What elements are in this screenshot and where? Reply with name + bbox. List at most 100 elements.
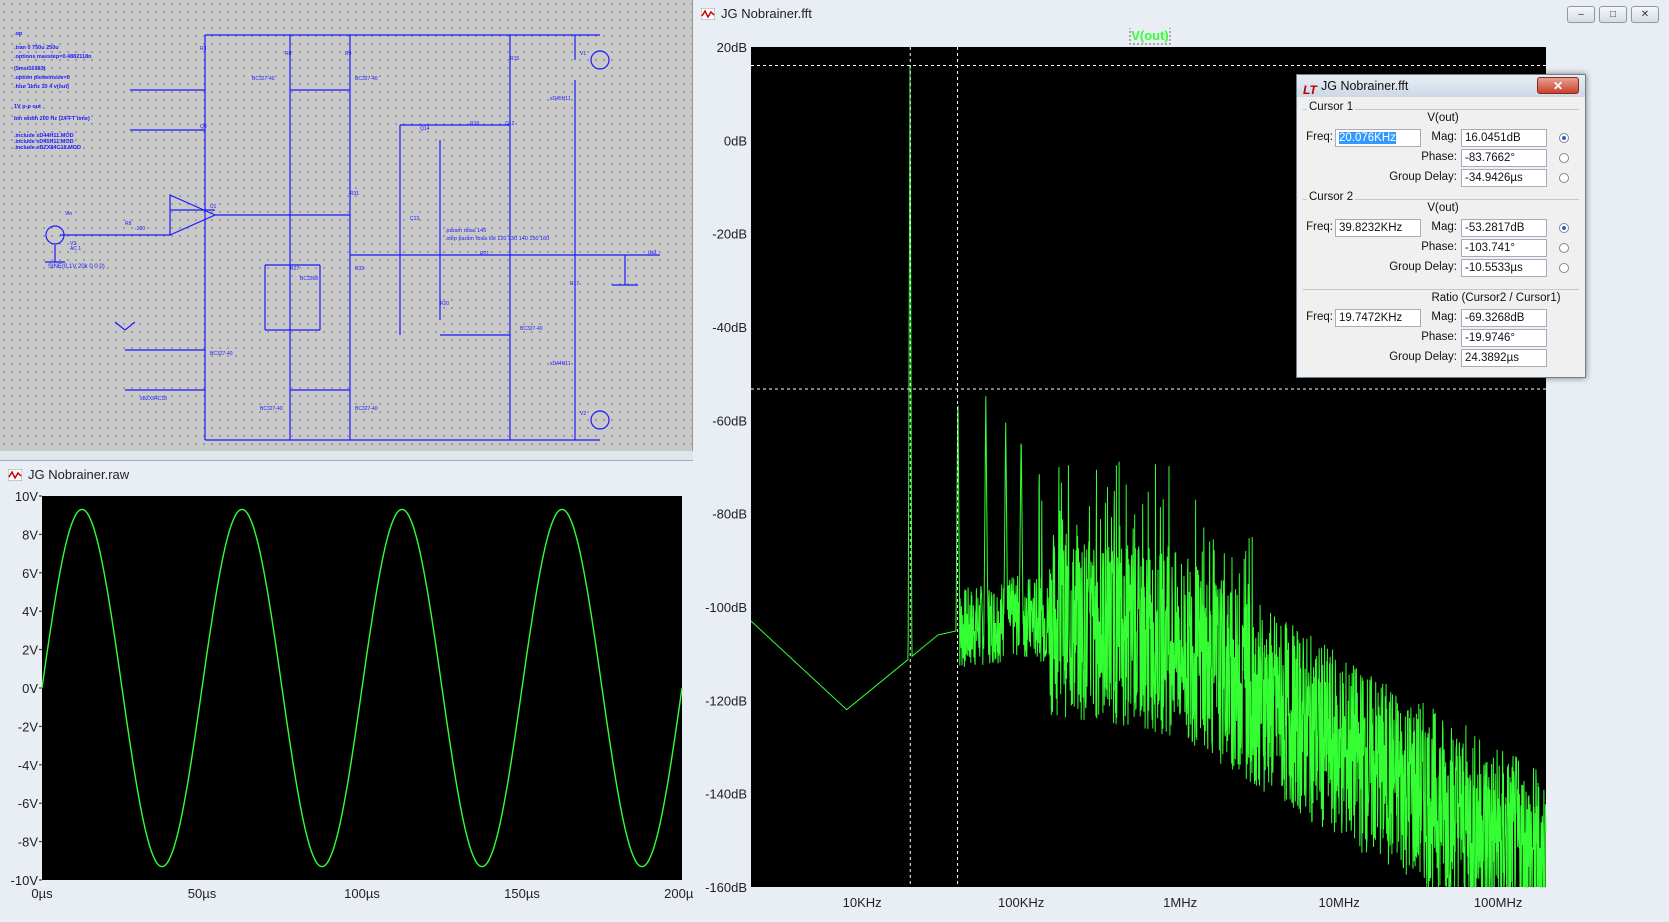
cursor2-trace: V(out) <box>1427 202 1459 214</box>
cursor2-mag-field[interactable]: -53.2817dB <box>1461 219 1547 237</box>
svg-text:BC327-40: BC327-40 <box>252 76 275 82</box>
trace-label[interactable]: V(out) <box>1131 28 1169 43</box>
cursor1-freq-field[interactable]: 20.076KHz <box>1335 129 1421 147</box>
dialog-title: JG Nobrainer.fft <box>1321 79 1409 93</box>
svg-text:C13: C13 <box>410 216 419 222</box>
cursor1-gd-field[interactable]: -34.9426µs <box>1461 169 1547 187</box>
svg-text:BC327-40: BC327-40 <box>355 76 378 82</box>
ratio-phase-field[interactable]: -19.9746° <box>1461 329 1547 347</box>
directive-line: .op <box>14 31 23 37</box>
cursor1-phase-label: Phase: <box>1421 151 1457 163</box>
cursor-dialog[interactable]: LT JG Nobrainer.fft ✕ Cursor 1 V(out) Fr… <box>1296 74 1586 378</box>
x-tick-label: 0µs <box>31 886 53 901</box>
svg-text:BC327-40: BC327-40 <box>210 351 233 357</box>
out-net-label: out <box>648 250 657 256</box>
cursor2-phase-radio[interactable] <box>1559 243 1569 253</box>
directive-line: bin width 200 Hz (2/FFT time) <box>14 116 90 122</box>
waveform-plot[interactable]: 10V8V6V4V2V0V-2V-4V-6V-8V-10V0µs 50µs 100µ… <box>0 489 693 922</box>
ratio-label: Ratio (Cursor2 / Cursor1) <box>1431 292 1561 304</box>
directive-line: .option plotwinsize=0 <box>14 75 70 81</box>
x-tick-label: 50µs <box>188 886 217 901</box>
y-tick-label: -120dB <box>705 693 747 708</box>
svg-text:R21: R21 <box>480 251 489 257</box>
svg-text:AC 1: AC 1 <box>70 246 81 252</box>
cursor1-phase-field[interactable]: -83.7662° <box>1461 149 1547 167</box>
y-tick-label: -2V <box>18 719 39 734</box>
cursor2-gd-field[interactable]: -10.5533µs <box>1461 259 1547 277</box>
schematic-editor[interactable]: R3 R8 R9 Q8 BC327-40 BC327-40 V1 V2 R15 xD45H1… <box>0 0 693 451</box>
x-tick-label: 100KHz <box>998 895 1044 910</box>
y-tick-label: -20dB <box>712 227 747 242</box>
svg-text:xD45H11: xD45H11 <box>550 96 571 102</box>
cursor1-mag-field[interactable]: 16.0451dB <box>1461 129 1547 147</box>
waveform-window[interactable]: JG Nobrainer.raw 10V 8V 6V 4V 2V 0V -2V -4V -6V -… <box>0 460 693 922</box>
y-tick-label: -160dB <box>705 880 747 895</box>
cursor2-phase-label: Phase: <box>1421 241 1457 253</box>
ratio-mag-label: Mag: <box>1431 311 1457 323</box>
cursor1-gd-radio[interactable] <box>1559 173 1569 183</box>
fft-titlebar[interactable]: JG Nobrainer.fft – □ ✕ <box>693 0 1669 28</box>
svg-text:Q8: Q8 <box>200 124 207 130</box>
cursor1-freq-label: Freq: <box>1306 131 1333 143</box>
y-tick-label: 0dB <box>724 133 747 148</box>
cursor1-phase-radio[interactable] <box>1559 153 1569 163</box>
raw-window-title: JG Nobrainer.raw <box>28 467 130 482</box>
raw-titlebar[interactable]: JG Nobrainer.raw <box>0 461 693 489</box>
svg-text:BC3368: BC3368 <box>300 276 318 282</box>
dialog-titlebar[interactable]: LT JG Nobrainer.fft ✕ <box>1297 75 1585 97</box>
ratio-group: Ratio (Cursor2 / Cursor1) Freq: 19.7472K… <box>1303 289 1579 374</box>
step-directive: .step param rbias list 120 130 140 150 1… <box>445 236 549 242</box>
svg-text:R15: R15 <box>510 56 519 62</box>
cursor1-mag-label: Mag: <box>1431 131 1457 143</box>
waveform-icon <box>701 8 715 20</box>
close-button[interactable]: ✕ <box>1631 6 1659 23</box>
cursor2-label: Cursor 2 <box>1307 191 1356 203</box>
maximize-button[interactable]: □ <box>1599 6 1627 23</box>
svg-text:R9: R9 <box>345 51 352 57</box>
cursor2-phase-field[interactable]: -103.741° <box>1461 239 1547 257</box>
y-tick-label: 8V <box>22 527 38 542</box>
directive-line: .tran 0 750u 250u <box>14 45 59 51</box>
cursor2-freq-field[interactable]: 39.8232KHz <box>1335 219 1421 237</box>
svg-text:BC327-40: BC327-40 <box>260 406 283 412</box>
x-tick-label: 10MHz <box>1319 895 1360 910</box>
cursor2-mag-radio[interactable] <box>1559 223 1569 233</box>
svg-text:R3: R3 <box>200 46 207 52</box>
svg-text:Vin: Vin <box>65 211 72 217</box>
x-tick-label: 100µs <box>344 886 380 901</box>
waveform-icon <box>8 469 22 481</box>
dialog-close-button[interactable]: ✕ <box>1537 77 1579 94</box>
y-tick-label: 4V <box>22 604 38 619</box>
svg-text:BC327-40: BC327-40 <box>520 326 543 332</box>
cursor1-label: Cursor 1 <box>1307 101 1356 113</box>
svg-text:R8: R8 <box>125 221 132 227</box>
svg-text:U1: U1 <box>210 204 217 210</box>
directive-line: (5ms/16383) <box>14 66 46 72</box>
cursor1-mag-radio[interactable] <box>1559 133 1569 143</box>
cursor1-group: Cursor 1 V(out) Freq: 20.076KHz Mag: 16.… <box>1303 101 1579 198</box>
ratio-mag-field[interactable]: -69.3268dB <box>1461 309 1547 327</box>
y-tick-label: -8V <box>18 835 39 850</box>
svg-text:R32: R32 <box>355 266 364 272</box>
source-label: SINE(0.1V 20k 0 0 0) <box>48 264 105 270</box>
x-tick-label: 10KHz <box>843 895 882 910</box>
y-tick-label: 20dB <box>717 40 747 55</box>
svg-text:Q14: Q14 <box>420 126 430 132</box>
y-tick-label: 6V <box>22 566 38 581</box>
param-directive: .param rbias 145 <box>445 228 486 234</box>
svg-text:R8: R8 <box>285 51 292 57</box>
minimize-button[interactable]: – <box>1567 6 1595 23</box>
svg-text:V2: V2 <box>580 411 586 417</box>
cursor2-gd-radio[interactable] <box>1559 263 1569 273</box>
ratio-freq-label: Freq: <box>1306 311 1333 323</box>
ratio-gd-field[interactable]: 24.3892µs <box>1461 349 1547 367</box>
cursor2-group: Cursor 2 V(out) Freq: 39.8232KHz Mag: -5… <box>1303 191 1579 288</box>
svg-text:xD44H11: xD44H11 <box>550 361 571 367</box>
y-tick-label: -4V <box>18 758 39 773</box>
cursor1-trace: V(out) <box>1427 112 1459 124</box>
schematic-canvas[interactable]: R3 R8 R9 Q8 BC327-40 BC327-40 V1 V2 R15 xD45H1… <box>0 0 693 451</box>
y-tick-label: -6V <box>18 796 39 811</box>
x-tick-label: 100MHz <box>1474 895 1522 910</box>
cursor2-mag-label: Mag: <box>1431 221 1457 233</box>
ratio-freq-field[interactable]: 19.7472KHz <box>1335 309 1421 327</box>
